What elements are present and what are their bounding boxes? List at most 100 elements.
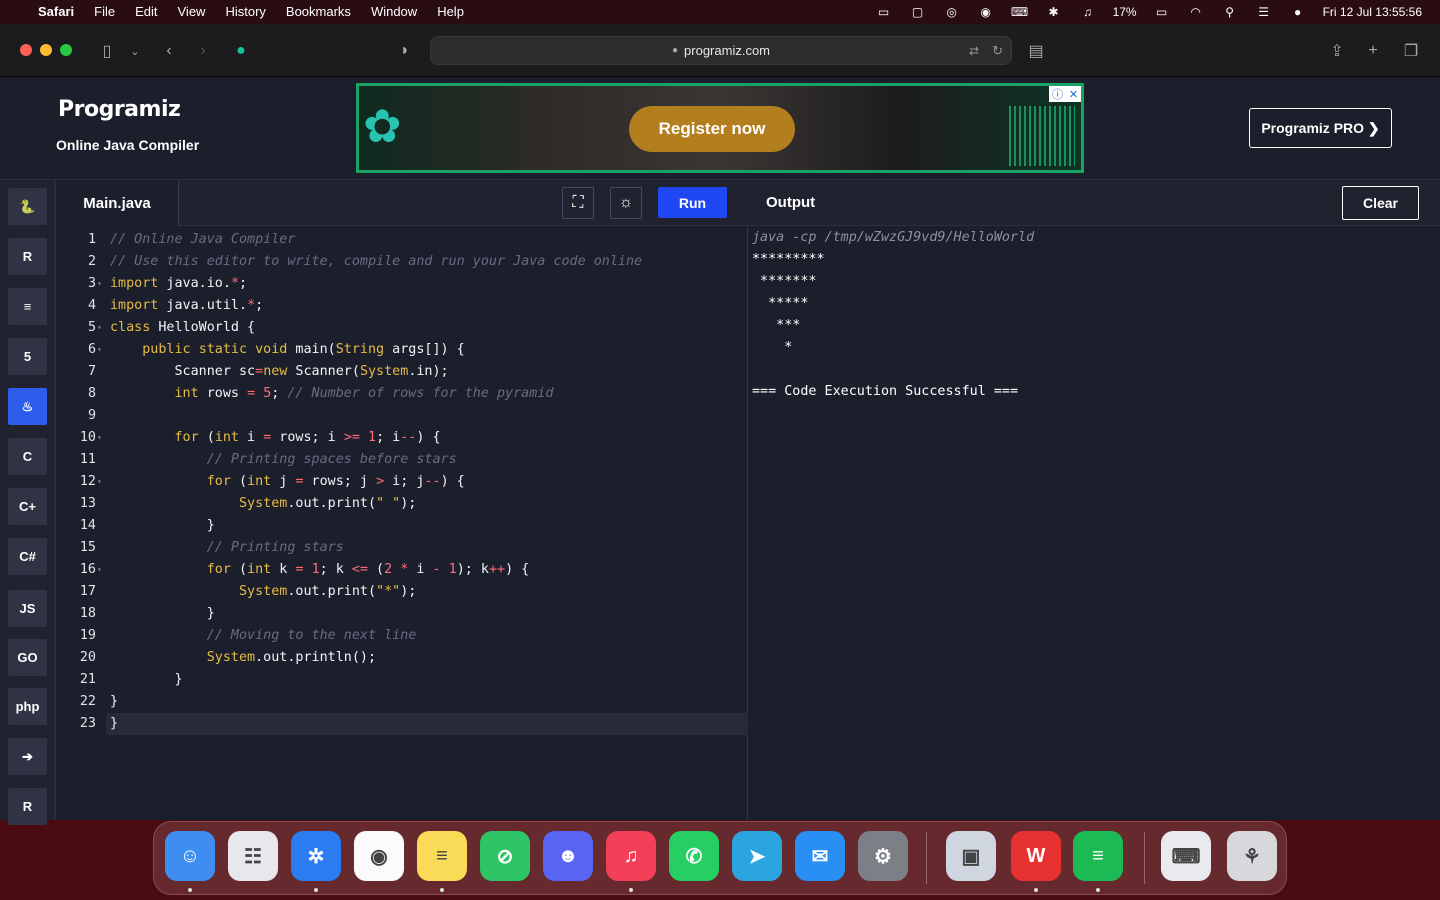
code-line[interactable]: int rows = 5; // Number of rows for the … xyxy=(110,383,554,405)
dock-keyboard-icon[interactable]: ⌨ xyxy=(1161,831,1211,881)
menu-help[interactable]: Help xyxy=(427,0,474,24)
line-number[interactable]: 19 xyxy=(56,625,96,647)
battery-icon[interactable]: ▭ xyxy=(1145,0,1179,24)
code-line[interactable]: System.out.print(" "); xyxy=(110,493,416,515)
sidebar-item-java[interactable]: ♨ xyxy=(8,388,47,425)
output-console[interactable]: java -cp /tmp/wZwzGJ9vd9/HelloWorld *****… xyxy=(752,227,1034,403)
line-number[interactable]: 15 xyxy=(56,537,96,559)
fold-arrow-icon[interactable]: ▾ xyxy=(97,317,105,339)
line-number[interactable]: 14 xyxy=(56,515,96,537)
code-line[interactable]: } xyxy=(110,713,118,735)
code-line[interactable]: class HelloWorld { xyxy=(110,317,255,339)
sidebar-item-sql[interactable]: ≡ xyxy=(8,288,47,325)
reader-icon[interactable]: ▤ xyxy=(1023,38,1049,64)
code-line[interactable]: for (int j = rows; j > i; j--) { xyxy=(110,471,465,493)
fold-arrow-icon[interactable]: ▾ xyxy=(97,471,105,493)
line-number[interactable]: 9 xyxy=(56,405,96,427)
dock-music-icon[interactable]: ♫ xyxy=(606,831,656,881)
dock-telegram-icon[interactable]: ➤ xyxy=(732,831,782,881)
chevron-down-icon[interactable]: ⌄ xyxy=(122,38,148,64)
sidebar-item-python[interactable]: 🐍 xyxy=(8,188,47,225)
privacy-shield-icon[interactable]: ◗ xyxy=(392,38,418,64)
line-number[interactable]: 11 xyxy=(56,449,96,471)
clear-button[interactable]: Clear xyxy=(1342,186,1419,220)
code-line[interactable]: public static void main(String args[]) { xyxy=(110,339,465,361)
zoom-window-button[interactable] xyxy=(60,44,72,56)
line-number[interactable]: 16 xyxy=(56,559,96,581)
reload-icon[interactable]: ↻ xyxy=(992,43,1003,59)
dock-settings-icon[interactable]: ⚙ xyxy=(858,831,908,881)
translate-icon[interactable]: ⇄ xyxy=(969,44,979,58)
line-number[interactable]: 23 xyxy=(56,713,96,735)
headphones-icon[interactable]: ♫ xyxy=(1071,0,1105,24)
line-number[interactable]: 21 xyxy=(56,669,96,691)
minimize-window-button[interactable] xyxy=(40,44,52,56)
programiz-pro-button[interactable]: Programiz PRO ❯ xyxy=(1249,108,1392,148)
user-icon[interactable]: ◉ xyxy=(969,0,1003,24)
dock-safari-icon[interactable]: ✲ xyxy=(291,831,341,881)
ad-banner[interactable]: ✿ Register now ⓘ ✕ xyxy=(356,83,1084,173)
airdrop-icon[interactable]: ◎ xyxy=(935,0,969,24)
line-number[interactable]: 3 xyxy=(56,273,96,295)
tab-overview-icon[interactable]: ❐ xyxy=(1398,38,1424,64)
line-number[interactable]: 5 xyxy=(56,317,96,339)
code-line[interactable]: } xyxy=(110,691,118,713)
sidebar-item-r[interactable]: R xyxy=(8,238,47,275)
fold-arrow-icon[interactable]: ▾ xyxy=(97,339,105,361)
line-number[interactable]: 12 xyxy=(56,471,96,493)
dock-mail-icon[interactable]: ✉ xyxy=(795,831,845,881)
display-icon[interactable]: ▢ xyxy=(901,0,935,24)
code-line[interactable]: // Printing spaces before stars xyxy=(110,449,457,471)
dock-trash-icon[interactable]: ⚘ xyxy=(1227,831,1277,881)
code-line[interactable]: // Moving to the next line xyxy=(110,625,417,647)
sidebar-item-rust[interactable]: R xyxy=(8,788,47,825)
code-editor[interactable]: 1 // Online Java Compiler 2 // Use this edi… xyxy=(56,227,748,820)
run-button[interactable]: Run xyxy=(658,187,727,218)
control-center-icon[interactable]: ☰ xyxy=(1247,0,1281,24)
menu-window[interactable]: Window xyxy=(361,0,427,24)
line-number[interactable]: 17 xyxy=(56,581,96,603)
line-number[interactable]: 18 xyxy=(56,603,96,625)
line-number[interactable]: 10 xyxy=(56,427,96,449)
sidebar-item-csharp[interactable]: C# xyxy=(8,538,47,575)
code-line[interactable]: } xyxy=(110,515,215,537)
dock-whatsapp-icon[interactable]: ✆ xyxy=(669,831,719,881)
theme-toggle-icon[interactable]: ☼ xyxy=(610,187,642,219)
code-line[interactable]: System.out.println(); xyxy=(110,647,376,669)
fold-arrow-icon[interactable]: ▾ xyxy=(97,559,105,581)
bluetooth-icon[interactable]: ✱ xyxy=(1037,0,1071,24)
line-number[interactable]: 4 xyxy=(56,295,96,317)
code-line[interactable]: } xyxy=(110,669,182,691)
sidebar-item-go[interactable]: GO xyxy=(8,639,47,676)
stage-manager-icon[interactable]: ▭ xyxy=(867,0,901,24)
line-number[interactable]: 8 xyxy=(56,383,96,405)
sidebar-item-js[interactable]: JS xyxy=(8,590,47,627)
siri-icon[interactable]: ● xyxy=(1281,0,1315,24)
line-number[interactable]: 2 xyxy=(56,251,96,273)
dock-launchpad-icon[interactable]: ☷ xyxy=(228,831,278,881)
wifi-icon[interactable]: ◠ xyxy=(1179,0,1213,24)
keyboard-input-icon[interactable]: ⌨ xyxy=(1003,0,1037,24)
forward-icon[interactable]: › xyxy=(190,38,216,64)
line-number[interactable]: 7 xyxy=(56,361,96,383)
apple-icon[interactable] xyxy=(0,0,28,24)
dock-wps-icon[interactable]: W xyxy=(1011,831,1061,881)
fullscreen-icon[interactable]: ⛶ xyxy=(562,187,594,219)
fold-arrow-icon[interactable]: ▾ xyxy=(97,427,105,449)
back-icon[interactable]: ‹ xyxy=(156,38,182,64)
dock-finder-icon[interactable]: ☺ xyxy=(165,831,215,881)
menu-file[interactable]: File xyxy=(84,0,125,24)
dock-chrome-icon[interactable]: ◉ xyxy=(354,831,404,881)
line-number[interactable]: 6 xyxy=(56,339,96,361)
code-line[interactable]: System.out.print("*"); xyxy=(110,581,416,603)
code-line[interactable]: Scanner sc=new Scanner(System.in); xyxy=(110,361,448,383)
code-line[interactable]: import java.io.*; xyxy=(110,273,247,295)
code-line[interactable]: import java.util.*; xyxy=(110,295,263,317)
dock-spotify-icon[interactable]: ≡ xyxy=(1073,831,1123,881)
code-line[interactable]: // Use this editor to write, compile and… xyxy=(110,251,642,273)
ad-close-icon[interactable]: ⓘ ✕ xyxy=(1049,86,1081,102)
line-number[interactable]: 1 xyxy=(56,229,96,251)
dock-notes-icon[interactable]: ≡ xyxy=(417,831,467,881)
sidebar-item-c[interactable]: C xyxy=(8,438,47,475)
address-bar[interactable]: ● programiz.com ⇄ ↻ xyxy=(430,36,1012,65)
